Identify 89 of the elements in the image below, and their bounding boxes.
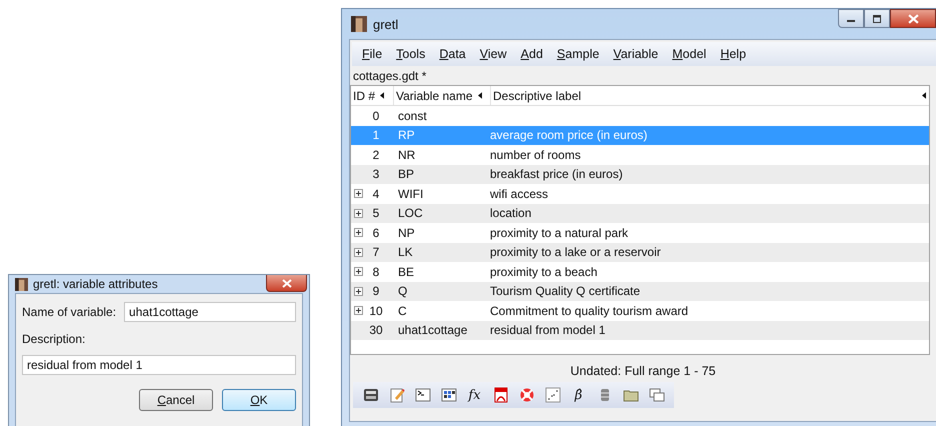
close-button[interactable] — [890, 9, 936, 28]
column-header[interactable]: ID # — [353, 88, 376, 102]
table-row[interactable]: 10 C Commitment to quality tourism award — [351, 301, 929, 320]
table-cell: 10 — [368, 304, 384, 318]
minimize-button[interactable] — [838, 9, 864, 28]
column-header[interactable]: Descriptive label — [493, 88, 582, 102]
table-cell-text: 4 — [372, 186, 380, 201]
table-cell: number of rooms — [490, 148, 581, 162]
name-field[interactable]: uhat1cottage — [124, 302, 296, 322]
table-cell: NR — [398, 148, 416, 162]
app-icon — [15, 278, 28, 290]
table-cell: WIFI — [398, 186, 424, 201]
table-cell: uhat1cottage — [398, 323, 468, 338]
table-cell-text: 1 — [372, 128, 380, 142]
menu-item[interactable]: File — [356, 45, 388, 63]
window-title: gretl — [373, 16, 398, 32]
table-cell: breakfast price (in euros) — [490, 167, 623, 182]
maximize-icon — [872, 14, 882, 22]
toolbar-button[interactable]: fx — [463, 385, 486, 405]
table-cell: wifi access — [490, 186, 548, 201]
field-label: Name of variable: — [22, 305, 116, 319]
table-cell: 30 — [368, 323, 384, 338]
table-cell: Tourism Quality Q certificate — [490, 284, 640, 298]
status-text: Undated: Full range 1 - 75 — [569, 363, 717, 380]
table-cell: Commitment to quality tourism award — [490, 304, 688, 318]
table-cell: C — [398, 304, 407, 318]
table-cell-text: 5 — [372, 206, 380, 220]
table-row[interactable]: 8 BE proximity to a beach — [351, 262, 929, 282]
menu-item[interactable]: Tools — [390, 45, 432, 63]
expand-icon[interactable] — [354, 286, 363, 296]
table-row[interactable]: 6 NP proximity to a natural park — [351, 223, 929, 242]
table-row[interactable]: 5 LOC location — [351, 204, 929, 223]
table-cell-text: 7 — [372, 245, 380, 260]
table-row[interactable]: 9 Q Tourism Quality Q certificate — [351, 282, 929, 301]
table-cell-text: 0 — [372, 108, 380, 123]
description-field[interactable]: residual from model 1 — [22, 355, 296, 375]
menu-item[interactable]: Model — [666, 45, 712, 63]
table-cell: proximity to a lake or a reservoir — [490, 245, 661, 260]
table-cell: average room price (in euros) — [490, 128, 648, 142]
cancel-button[interactable]: Cancel — [139, 389, 213, 411]
menu-item[interactable]: Sample — [550, 45, 606, 63]
menu-item[interactable]: Variable — [607, 45, 664, 63]
table-cell: proximity to a beach — [490, 264, 598, 279]
table-cell: const — [398, 108, 427, 123]
close-button[interactable] — [266, 275, 307, 292]
expand-icon[interactable] — [354, 267, 363, 276]
expand-icon[interactable] — [354, 228, 363, 238]
maximize-button[interactable] — [864, 9, 890, 28]
table-cell: BP — [398, 167, 414, 182]
menu-item[interactable]: Help — [714, 45, 752, 63]
table-cell: proximity to a natural park — [490, 226, 628, 240]
table-row[interactable]: 4 WIFI wifi access — [351, 184, 929, 204]
table-cell: residual from model 1 — [490, 323, 606, 338]
close-icon — [282, 278, 292, 288]
table-cell: LK — [398, 245, 413, 260]
app-icon — [351, 16, 367, 32]
table-cell: NP — [398, 226, 415, 240]
expand-icon[interactable] — [354, 189, 363, 198]
table-cell-text: 9 — [372, 284, 380, 298]
expand-icon[interactable] — [354, 248, 363, 257]
table-cell: RP — [398, 128, 415, 142]
sort-arrow-icon[interactable] — [922, 92, 926, 99]
dataset-name: cottages.gdt * — [352, 68, 428, 85]
table-row[interactable]: 0 const — [351, 106, 929, 126]
table-cell: Q — [398, 284, 408, 298]
table-cell: LOC — [398, 206, 423, 220]
table-row[interactable]: 7 LK proximity to a lake or a reservoir — [351, 242, 929, 262]
table-row[interactable]: 2 NR number of rooms — [351, 145, 929, 164]
sort-arrow-icon[interactable] — [380, 92, 384, 99]
table-cell-text: 6 — [372, 226, 380, 240]
expand-icon[interactable] — [354, 208, 363, 218]
field-label: Description: — [22, 332, 86, 346]
table-row[interactable]: 30 uhat1cottage residual from model 1 — [351, 320, 929, 340]
table-cell: location — [490, 206, 532, 220]
table-cell: BE — [398, 264, 414, 279]
expand-icon[interactable] — [354, 306, 363, 316]
menu-item[interactable]: Add — [514, 45, 549, 63]
table-cell-text: 8 — [372, 264, 380, 279]
table-row[interactable]: 3 BP breakfast price (in euros) — [351, 164, 929, 184]
table-cell-text: 3 — [372, 167, 380, 182]
close-icon — [908, 14, 918, 24]
toolbar-button[interactable]: β̂ — [567, 385, 590, 405]
dialog-title: gretl: variable attributes — [33, 277, 158, 291]
sort-arrow-icon[interactable] — [478, 92, 482, 99]
menu-item[interactable]: View — [474, 45, 513, 63]
menu-item[interactable]: Data — [433, 45, 472, 63]
column-header[interactable]: Variable name — [396, 88, 472, 102]
table-cell-text: 2 — [372, 148, 380, 162]
ok-button[interactable]: OK — [222, 389, 296, 411]
